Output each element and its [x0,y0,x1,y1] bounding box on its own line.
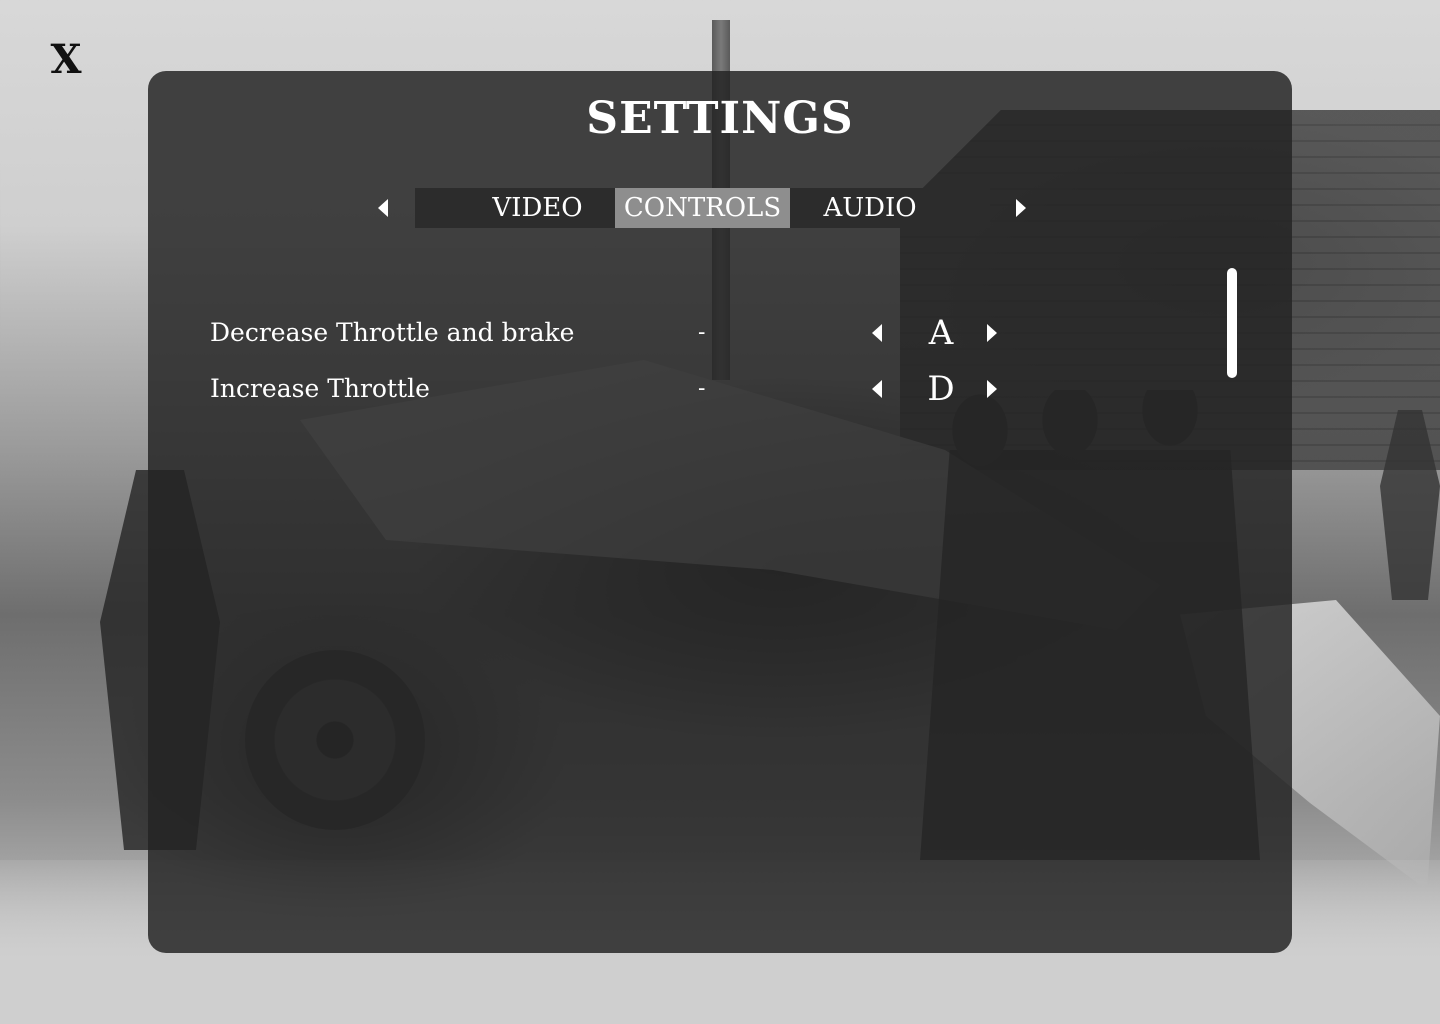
settings-title: SETTINGS [586,93,854,144]
tab-next-icon[interactable] [1016,199,1026,217]
key-next-icon[interactable] [987,380,997,398]
key-next-icon[interactable] [987,324,997,342]
tab-bar: VIDEO CONTROLS AUDIO [415,188,990,228]
tab-video[interactable]: VIDEO [450,188,625,228]
control-row-increase-throttle: Increase Throttle - D [210,369,1030,409]
settings-panel: SETTINGS VIDEO CONTROLS AUDIO Decrease T… [148,71,1292,953]
control-separator: - [698,376,706,401]
key-binding-value[interactable]: D [900,369,982,409]
tab-audio[interactable]: AUDIO [790,188,950,228]
control-action-label: Increase Throttle [210,374,430,403]
control-separator: - [698,320,706,345]
close-button[interactable]: X [46,38,86,82]
scrollbar-thumb[interactable] [1227,268,1237,378]
control-row-decrease-throttle: Decrease Throttle and brake - A [210,313,1030,353]
key-prev-icon[interactable] [872,380,882,398]
key-prev-icon[interactable] [872,324,882,342]
tab-prev-icon[interactable] [378,199,388,217]
control-action-label: Decrease Throttle and brake [210,318,575,347]
tab-controls[interactable]: CONTROLS [615,188,790,228]
close-icon: X [50,36,82,83]
key-binding-value[interactable]: A [900,313,982,353]
